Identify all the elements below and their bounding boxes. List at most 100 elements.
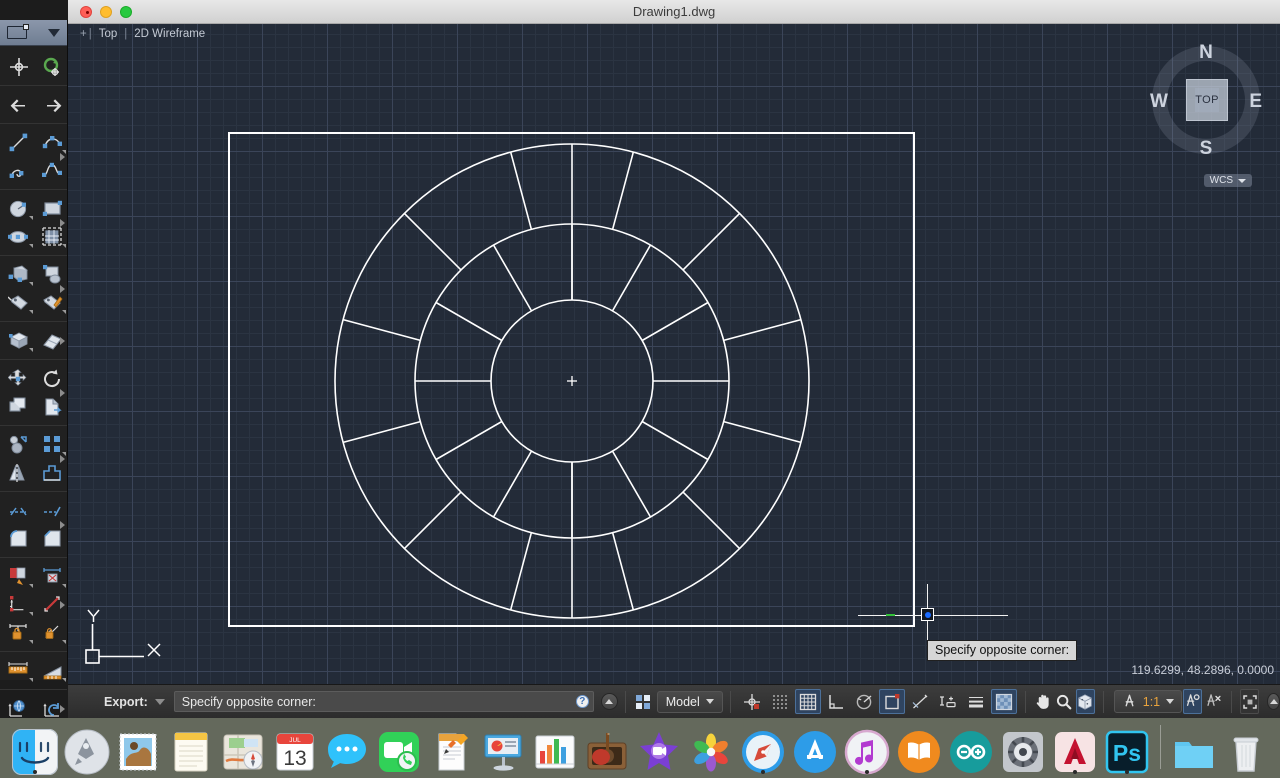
dock-item-calendar[interactable]: JUL 13 [270,721,320,775]
dock-item-numbers[interactable] [530,721,580,775]
insert-block-icon[interactable] [4,261,34,287]
spline-icon[interactable] [38,157,68,183]
dock-item-photos[interactable] [686,721,736,775]
dock-item-safari[interactable] [738,721,788,775]
transparency-toggle[interactable] [990,689,1017,714]
magnifier-icon[interactable] [1055,689,1074,714]
dock-item-arduino[interactable] [946,721,996,775]
dock-item-downloads-folder[interactable] [1169,721,1219,775]
osnap-toggle[interactable] [739,689,765,714]
polyline-icon[interactable] [38,129,68,155]
dock-item-autocad[interactable] [1050,721,1100,775]
otrack-toggle[interactable] [907,689,933,714]
dim-angular-lock-icon[interactable] [38,619,68,645]
ellipse-icon[interactable] [4,223,34,249]
dock-item-itunes[interactable] [842,721,892,775]
rotate-icon[interactable] [38,365,68,391]
view-cube-top-face[interactable]: TOP [1186,79,1228,121]
chevron-down-icon[interactable] [154,698,165,705]
create-block-icon[interactable] [38,261,68,287]
snap-mode-toggle[interactable] [767,689,793,714]
view-cube[interactable]: N S W E TOP [1142,36,1270,164]
circle-icon[interactable] [4,195,34,221]
compass-south-label[interactable]: S [1142,138,1270,160]
dock-item-finder[interactable] [10,721,60,775]
box-solid-icon[interactable] [4,327,34,353]
stretch-icon[interactable] [38,459,68,485]
dim-lock-icon[interactable] [4,619,34,645]
ruler-icon[interactable] [38,657,68,683]
undo-arrow-icon[interactable] [4,91,34,117]
chevron-up-circle-icon[interactable] [1267,693,1280,710]
viewport-menu-icon[interactable]: + [80,28,89,40]
eraser-icon[interactable] [38,327,68,353]
measure-icon[interactable] [4,657,34,683]
rectangle-shape-icon[interactable] [38,195,68,221]
hatch-icon[interactable] [38,223,68,249]
chevron-down-icon[interactable] [48,28,60,37]
copy-icon[interactable] [4,393,34,419]
help-icon[interactable]: ? [575,695,589,708]
dim-linear-icon[interactable] [4,563,34,589]
refresh-block-icon[interactable] [38,53,68,79]
scale-icon[interactable] [4,431,34,457]
dock-item-trash[interactable] [1221,721,1271,775]
fullscreen-icon[interactable] [1240,689,1260,714]
object-snap-toggle[interactable] [878,689,905,714]
annotation-visibility-icon[interactable] [1183,689,1203,714]
dim-baseline-icon[interactable] [4,591,34,617]
dock-item-facetime[interactable] [374,721,424,775]
dim-diameter-icon[interactable] [38,591,68,617]
lineweight-toggle[interactable] [963,689,989,714]
dock-item-imovie[interactable] [634,721,684,775]
array-icon[interactable] [38,431,68,457]
drawing-canvas[interactable]: + | Top | 2D Wireframe N S W E TOP WCS S… [68,24,1280,684]
ortho-mode-toggle[interactable] [823,689,849,714]
dock-item-app-store[interactable] [790,721,840,775]
dim-aligned-icon[interactable] [38,563,68,589]
fillet-icon[interactable] [4,525,34,551]
model-space-button[interactable]: Model [656,690,723,713]
trim-icon[interactable] [4,497,34,523]
point-marker-icon[interactable] [4,53,34,79]
move-icon[interactable] [4,365,34,391]
dock-item-ibooks[interactable] [894,721,944,775]
dyn-input-icon [939,695,956,707]
layout-grid-icon[interactable] [634,689,653,714]
dock-item-pages[interactable] [426,721,476,775]
edit-attribute-icon[interactable] [38,289,68,315]
annotation-scale-button[interactable]: 1:1 [1113,690,1183,713]
dock-item-system-preferences[interactable] [998,721,1048,775]
ucs-selector-button[interactable]: WCS [1203,174,1252,187]
redo-arrow-icon[interactable] [38,91,68,117]
dynamic-input-toggle[interactable] [935,689,961,714]
dock-item-mail-stamp[interactable] [114,721,164,775]
dock-item-maps[interactable] [218,721,268,775]
offset-icon[interactable] [38,393,68,419]
line-icon[interactable] [4,129,34,155]
grid-display-toggle[interactable] [794,689,821,714]
arc-icon[interactable] [4,157,34,183]
viewport-view-label[interactable]: Top [92,28,125,40]
dock-item-garageband[interactable] [582,721,632,775]
chamfer-icon[interactable] [38,525,68,551]
dock-item-notes[interactable] [166,721,216,775]
cube-icon[interactable] [1075,689,1095,714]
chevron-up-icon[interactable] [600,693,618,710]
compass-north-label[interactable]: N [1142,42,1270,64]
dock-item-keynote[interactable] [478,721,528,775]
hand-icon[interactable] [1034,689,1053,714]
extend-icon[interactable] [38,497,68,523]
dock-item-messages[interactable] [322,721,372,775]
polar-tracking-toggle[interactable] [851,689,877,714]
dock-item-photoshop[interactable]: Ps [1102,721,1152,775]
annotation-autoscale-icon[interactable] [1204,689,1223,714]
mirror-icon[interactable] [4,459,34,485]
dock-item-launchpad[interactable] [62,721,112,775]
viewport-visual-style[interactable]: 2D Wireframe [127,28,212,40]
command-input[interactable]: Specify opposite corner: ? [173,691,594,712]
compass-east-label[interactable]: E [1249,91,1262,113]
tool-palette-header[interactable] [0,20,67,46]
compass-west-label[interactable]: W [1150,91,1168,113]
tag-icon[interactable] [4,289,34,315]
